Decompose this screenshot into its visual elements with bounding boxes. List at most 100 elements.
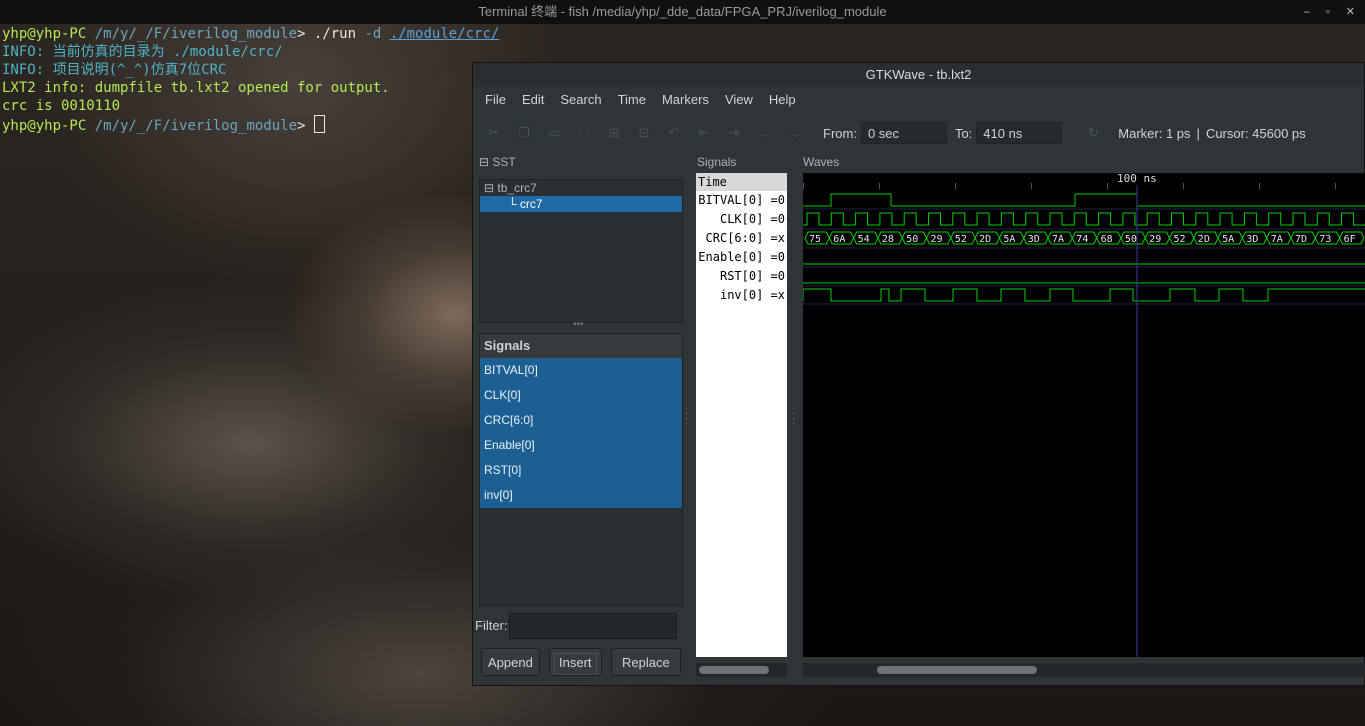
crc-bus-value: 74 xyxy=(1076,234,1088,245)
crc-bus-value: 28 xyxy=(882,234,894,245)
signals-pane-header: Signals xyxy=(697,155,737,169)
signal-row[interactable]: CLK[0] =0 xyxy=(696,210,787,229)
terminal-line: yhp@yhp-PC /m/y/_/F/iverilog_module> ./r… xyxy=(2,25,499,43)
scroll-thumb[interactable] xyxy=(877,666,1037,674)
crc-bus-value: 29 xyxy=(931,234,943,245)
crc-bus-value: 7A xyxy=(1271,234,1283,245)
next-edge-icon[interactable]: → xyxy=(785,126,803,141)
menu-view[interactable]: View xyxy=(717,92,761,107)
crc-bus-value: 7A xyxy=(1052,234,1064,245)
minimize-icon[interactable]: – xyxy=(1304,0,1310,24)
zoom-end-icon[interactable]: ⇥ xyxy=(725,125,743,141)
menu-file[interactable]: File xyxy=(477,92,514,107)
prompt-user: yhp@yhp-PC xyxy=(2,26,87,42)
signal-row[interactable]: Enable[0] =0 xyxy=(696,248,787,267)
zoom-start-icon[interactable]: ⇤ xyxy=(695,125,713,141)
zoom-in-icon[interactable]: ⊞ xyxy=(605,125,623,141)
waves-pane[interactable]: 100 ns 75 6A 54 28 50 29 52 2D 5A 3D 7A 74 68 50 29 52 2D… xyxy=(803,173,1365,657)
signal-row[interactable]: inv[0] =x xyxy=(696,286,787,305)
pane-divider-icon[interactable]: · · · xyxy=(792,409,796,429)
menu-edit[interactable]: Edit xyxy=(514,92,552,107)
waves-header: Waves xyxy=(803,155,840,169)
sst-label: SST xyxy=(492,155,516,169)
terminal-output[interactable]: yhp@yhp-PC /m/y/_/F/iverilog_module> ./r… xyxy=(2,25,499,134)
waveform-canvas[interactable]: 100 ns 75 6A 54 28 50 29 52 2D 5A 3D 7A 74 68 50 29 52 2D… xyxy=(803,173,1365,657)
terminal-line: LXT2 info: dumpfile tb.lxt2 opened for o… xyxy=(2,80,390,96)
signals-header: Signals xyxy=(480,334,682,358)
time-marker-label: 100 ns xyxy=(1117,173,1157,185)
menu-markers[interactable]: Markers xyxy=(654,92,717,107)
menu-search[interactable]: Search xyxy=(552,92,609,107)
gtkwave-title: GTKWave - tb.lxt2 xyxy=(473,63,1364,87)
cursor-readout: Cursor: 45600 ps xyxy=(1205,125,1306,141)
pane-divider-icon[interactable]: · · · xyxy=(685,409,689,429)
time-header: Time xyxy=(696,173,787,191)
tree-branch-icon: └ xyxy=(508,197,517,211)
signal-row[interactable]: BITVAL[0] =0 xyxy=(696,191,787,210)
zoom-out-icon[interactable]: ⊟ xyxy=(635,125,653,141)
signal-item[interactable]: RST[0] xyxy=(480,458,682,483)
close-icon[interactable]: ✕ xyxy=(1346,0,1355,24)
insert-button[interactable]: Insert xyxy=(554,653,597,675)
crc-bus-value: 5A xyxy=(1003,234,1015,245)
crc-bus-value: 7D xyxy=(1295,234,1307,245)
toolbar: ✂ ❐ ▭ ⬚ ⊞ ⊟ ↶ ⇤ ⇥ ← → From: 0 sec To: 41… xyxy=(473,111,1364,155)
replace-button[interactable]: Replace xyxy=(611,648,681,676)
menu-time[interactable]: Time xyxy=(610,92,654,107)
terminal-line: crc is 0010110 xyxy=(2,98,121,114)
crc-bus-value: 2D xyxy=(979,234,991,245)
tree-expander-icon[interactable]: ⊟ xyxy=(484,181,494,195)
signals-pane: Time BITVAL[0] =0 CLK[0] =0 CRC[6:0] =x … xyxy=(696,173,787,657)
copy-icon[interactable]: ❐ xyxy=(515,125,533,141)
cut-icon[interactable]: ✂ xyxy=(485,125,503,141)
crc-bus-value: 5A xyxy=(1222,234,1234,245)
prev-edge-icon[interactable]: ← xyxy=(755,126,773,141)
marker-readout: Marker: 1 ps xyxy=(1118,125,1191,141)
gtkwave-window: GTKWave - tb.lxt2 File Edit Search Time … xyxy=(472,62,1365,686)
command: ./run xyxy=(313,26,357,42)
menu-help[interactable]: Help xyxy=(761,92,804,107)
text-cursor xyxy=(313,115,325,133)
filter-input[interactable] xyxy=(509,613,677,639)
pane-grip-icon[interactable]: ••• xyxy=(573,319,584,330)
signal-item[interactable]: CRC[6:0] xyxy=(480,408,682,433)
command-path: ./module/crc/ xyxy=(389,26,500,42)
waves-hscrollbar[interactable] xyxy=(803,663,1365,677)
crc-bus-value: 50 xyxy=(906,234,918,245)
paste-icon[interactable]: ▭ xyxy=(545,125,563,141)
crc-bus-value: 73 xyxy=(1319,234,1331,245)
append-button[interactable]: Append xyxy=(481,648,540,676)
crc-bus-value: 6A xyxy=(833,234,845,245)
crc-bus-value: 50 xyxy=(1125,234,1137,245)
insert-button-frame[interactable]: Insert xyxy=(549,648,602,676)
signals-hscrollbar[interactable] xyxy=(696,663,787,677)
to-input[interactable]: 410 ns xyxy=(976,122,1063,144)
crc-bus-value: 75 xyxy=(809,234,821,245)
collapse-icon[interactable]: ⊟ xyxy=(479,155,489,169)
sst-header[interactable]: ⊟ SST xyxy=(479,155,516,169)
signal-item[interactable]: inv[0] xyxy=(480,483,682,508)
signal-item[interactable]: CLK[0] xyxy=(480,383,682,408)
command-arg: -d xyxy=(356,26,390,42)
clk-waveform xyxy=(803,212,1365,226)
tree-node-crc7[interactable]: └ crc7 xyxy=(480,196,682,212)
signal-row[interactable]: RST[0] =0 xyxy=(696,267,787,286)
crc-bus-value: 3D xyxy=(1028,234,1040,245)
crc-bus-value: 29 xyxy=(1149,234,1161,245)
tree-label: crc7 xyxy=(519,197,543,211)
scroll-thumb[interactable] xyxy=(699,666,769,674)
maximize-icon[interactable]: ▫ xyxy=(1326,0,1330,24)
from-label: From: xyxy=(823,125,857,141)
zoom-fit-icon[interactable]: ⬚ xyxy=(575,125,593,141)
prompt-path: /m/y/_/F/iverilog_module xyxy=(86,118,298,134)
crc-bus-value: 52 xyxy=(955,234,967,245)
undo-icon[interactable]: ↶ xyxy=(665,125,683,141)
terminal-titlebar: Terminal 终端 - fish /media/yhp/_dde_data/… xyxy=(0,0,1365,24)
crc-bus-value: 54 xyxy=(858,234,870,245)
signal-item[interactable]: BITVAL[0] xyxy=(480,358,682,383)
tree-node-tb-crc7[interactable]: ⊟ tb_crc7 xyxy=(480,180,682,196)
reload-icon[interactable]: ↻ xyxy=(1084,125,1102,141)
from-input[interactable]: 0 sec xyxy=(860,122,947,144)
signal-row[interactable]: CRC[6:0] =x xyxy=(696,229,787,248)
signal-item[interactable]: Enable[0] xyxy=(480,433,682,458)
